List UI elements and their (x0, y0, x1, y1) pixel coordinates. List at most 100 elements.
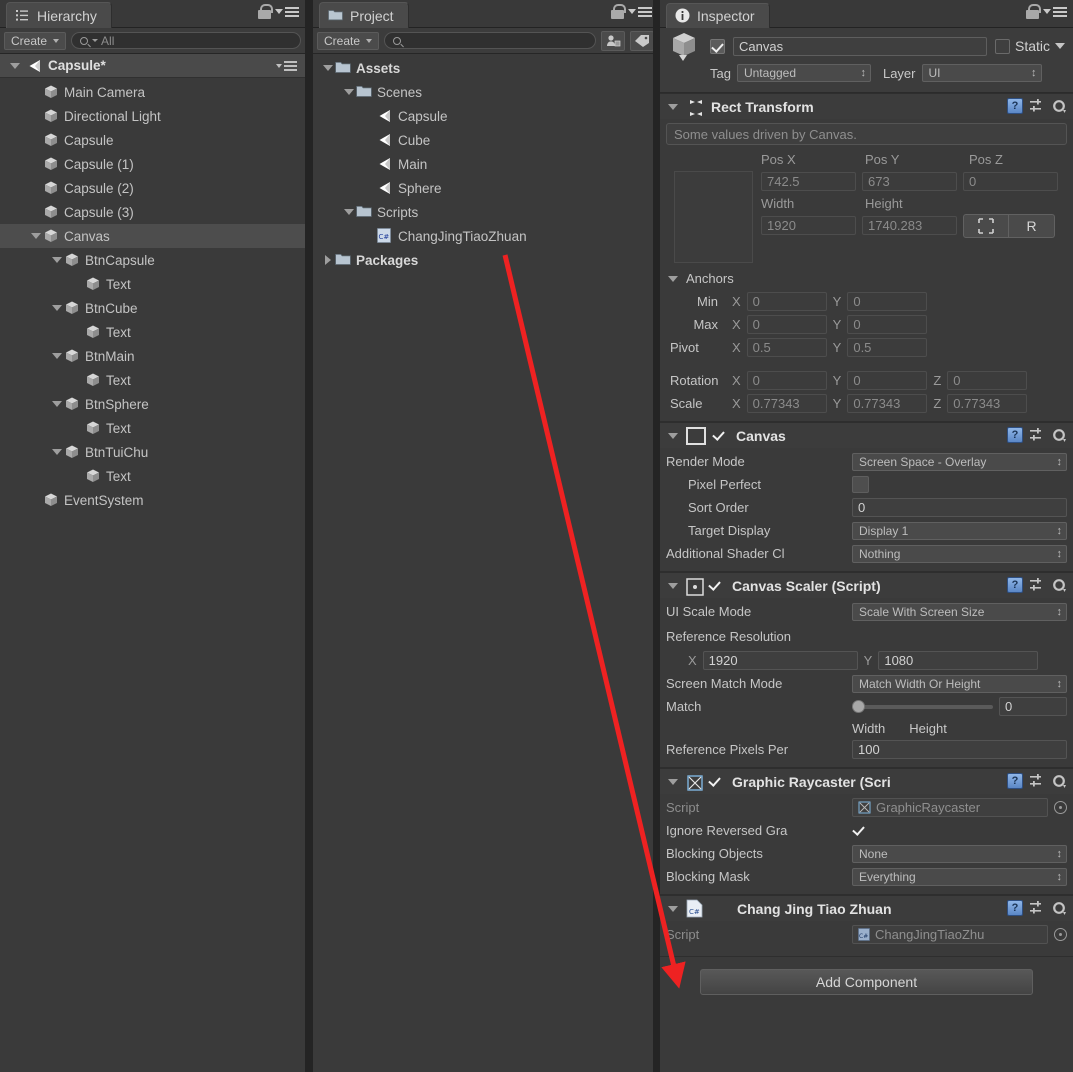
canvas-twirl[interactable] (666, 432, 680, 439)
width-field[interactable]: 1920 (761, 216, 856, 235)
blocking-mask-dropdown[interactable]: Everything (852, 867, 1067, 886)
pos-x-field[interactable]: 742.5 (761, 172, 856, 191)
blueprint-mode-button[interactable] (963, 213, 1009, 238)
chang-jing-twirl[interactable] (666, 905, 680, 912)
gear-icon[interactable] (1052, 901, 1067, 916)
tree-row[interactable]: C# ChangJingTiaoZhuan (313, 224, 658, 248)
gear-icon[interactable] (1052, 578, 1067, 593)
rotation-y-field[interactable]: 0 (847, 371, 928, 390)
gameobject-enabled-checkbox[interactable] (710, 38, 725, 54)
tree-row[interactable]: Main Camera (0, 80, 305, 104)
twirl-down-icon[interactable] (342, 89, 356, 95)
help-icon[interactable]: ? (1007, 98, 1023, 114)
add-component-button[interactable]: Add Component (700, 969, 1033, 995)
canvas-scaler-enabled-checkbox[interactable] (708, 578, 723, 593)
gear-icon[interactable] (1052, 774, 1067, 789)
tree-row[interactable]: Text (0, 368, 305, 392)
tree-row[interactable]: Scripts (313, 200, 658, 224)
rotation-x-field[interactable]: 0 (746, 371, 827, 390)
project-search-input[interactable] (384, 32, 596, 49)
tree-row[interactable]: Packages (313, 248, 658, 272)
tree-row[interactable]: Cube (313, 128, 658, 152)
tree-row[interactable]: Text (0, 416, 305, 440)
tag-dropdown[interactable]: Untagged (736, 64, 871, 82)
match-slider[interactable] (852, 699, 993, 714)
rotation-z-field[interactable]: 0 (947, 371, 1028, 390)
graphic-raycaster-enabled-checkbox[interactable] (708, 774, 723, 789)
additional-shader-dropdown[interactable]: Nothing (852, 544, 1067, 563)
rect-transform-twirl[interactable] (666, 103, 680, 110)
preset-icon[interactable] (1030, 901, 1045, 915)
layer-dropdown[interactable]: UI (921, 64, 1042, 82)
twirl-down-icon[interactable] (29, 233, 43, 239)
canvas-enabled-checkbox[interactable] (712, 428, 727, 443)
tree-row[interactable]: Capsule (313, 104, 658, 128)
pixel-perfect-checkbox[interactable] (852, 476, 869, 493)
target-display-dropdown[interactable]: Display 1 (852, 521, 1067, 540)
component-header-chang-jing-tiao-zhuan[interactable]: C# Chang Jing Tiao Zhuan ? (660, 895, 1073, 921)
tree-row[interactable]: BtnTuiChu (0, 440, 305, 464)
component-header-rect-transform[interactable]: Rect Transform ? (660, 93, 1073, 119)
twirl-down-icon[interactable] (50, 401, 64, 407)
help-icon[interactable]: ? (1007, 900, 1023, 916)
component-header-graphic-raycaster[interactable]: Graphic Raycaster (Scri ? (660, 768, 1073, 794)
twirl-right-icon[interactable] (321, 255, 335, 265)
render-mode-dropdown[interactable]: Screen Space - Overlay (852, 452, 1067, 471)
twirl-down-icon[interactable] (50, 305, 64, 311)
twirl-down-icon[interactable] (321, 65, 335, 71)
pos-y-field[interactable]: 673 (862, 172, 957, 191)
match-value-field[interactable]: 0 (999, 697, 1067, 716)
screen-match-mode-dropdown[interactable]: Match Width Or Height (852, 674, 1067, 693)
hierarchy-search-input[interactable]: All (71, 32, 301, 49)
object-picker-icon[interactable] (1054, 801, 1067, 814)
gear-icon[interactable] (1052, 99, 1067, 114)
help-icon[interactable]: ? (1007, 773, 1023, 789)
tab-inspector[interactable]: Inspector (666, 3, 770, 28)
graphic-raycaster-twirl[interactable] (666, 778, 680, 785)
tab-project[interactable]: Project (319, 2, 409, 28)
anchor-max-y-field[interactable]: 0 (847, 315, 928, 334)
tree-row[interactable]: Capsule (3) (0, 200, 305, 224)
tree-row[interactable]: Scenes (313, 80, 658, 104)
canvas-scaler-twirl[interactable] (666, 582, 680, 589)
pivot-x-field[interactable]: 0.5 (746, 338, 827, 357)
pivot-y-field[interactable]: 0.5 (847, 338, 928, 357)
component-header-canvas-scaler[interactable]: Canvas Scaler (Script) ? (660, 572, 1073, 598)
component-header-canvas[interactable]: Canvas ? (660, 422, 1073, 448)
reference-pixels-field[interactable]: 100 (852, 740, 1067, 759)
twirl-down-icon[interactable] (50, 257, 64, 263)
twirl-down-icon[interactable] (50, 353, 64, 359)
reference-resolution-x-field[interactable]: 1920 (702, 651, 858, 670)
tree-row[interactable]: Capsule (1) (0, 152, 305, 176)
tree-row[interactable]: Directional Light (0, 104, 305, 128)
tree-row[interactable]: EventSystem (0, 488, 305, 512)
cj-script-field[interactable]: C# ChangJingTiaoZhu (852, 925, 1048, 944)
anchors-twirl[interactable] (666, 275, 680, 282)
tree-row[interactable]: BtnMain (0, 344, 305, 368)
tree-row[interactable]: Assets (313, 56, 658, 80)
search-by-label-button[interactable] (630, 30, 654, 51)
help-icon[interactable]: ? (1007, 577, 1023, 593)
tree-row[interactable]: BtnCube (0, 296, 305, 320)
static-checkbox[interactable] (994, 38, 1010, 54)
project-create-button[interactable]: Create (317, 31, 380, 50)
preset-icon[interactable] (1030, 578, 1045, 592)
anchor-min-y-field[interactable]: 0 (847, 292, 928, 311)
preset-icon[interactable] (1030, 428, 1045, 442)
tree-row[interactable]: BtnSphere (0, 392, 305, 416)
lock-icon[interactable] (1026, 4, 1041, 19)
hierarchy-create-button[interactable]: Create (4, 31, 67, 50)
tree-row[interactable]: Main (313, 152, 658, 176)
sort-order-field[interactable]: 0 (852, 498, 1067, 517)
lock-icon[interactable] (258, 4, 273, 19)
preset-icon[interactable] (1030, 99, 1045, 113)
scale-z-field[interactable]: 0.77343 (947, 394, 1028, 413)
ignore-reversed-checkbox[interactable] (852, 823, 867, 838)
object-picker-icon[interactable] (1054, 928, 1067, 941)
anchor-preset-box[interactable] (674, 171, 753, 263)
height-field[interactable]: 1740.283 (862, 216, 957, 235)
twirl-down-icon[interactable] (342, 209, 356, 215)
hierarchy-scene-row[interactable]: Capsule* (0, 54, 305, 78)
help-icon[interactable]: ? (1007, 427, 1023, 443)
tab-hierarchy[interactable]: Hierarchy (6, 2, 112, 28)
